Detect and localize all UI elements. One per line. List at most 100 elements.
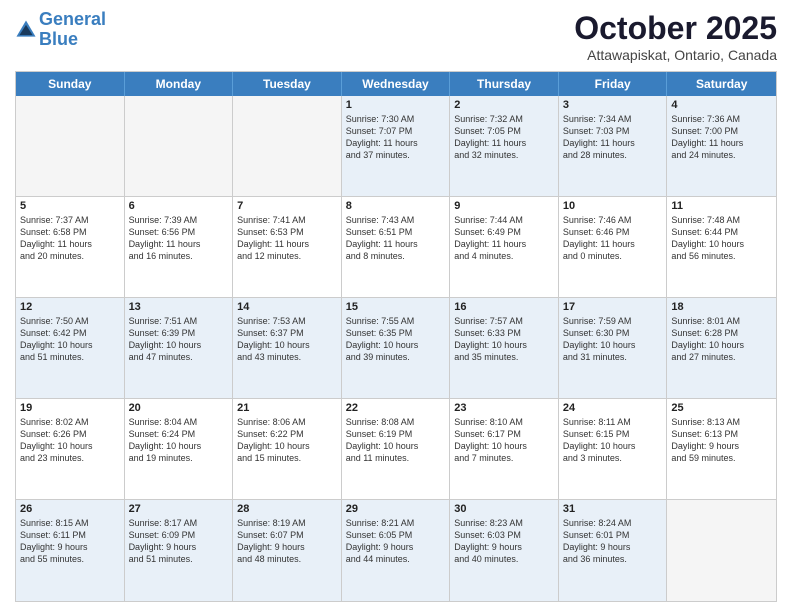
day-cell: 21 Sunrise: 8:06 AM Sunset: 6:22 PM Dayli… bbox=[233, 399, 342, 499]
day-cell: 13Sunrise: 7:51 AM Sunset: 6:39 PM Dayli… bbox=[125, 298, 234, 398]
day-cell: 24Sunrise: 8:11 AM Sunset: 6:15 PM Dayli… bbox=[559, 399, 668, 499]
week-row-5: 26 Sunrise: 8:15 AM Sunset: 6:11 PM Dayli… bbox=[16, 500, 776, 601]
week-row-2: 5Sunrise: 7:37 AM Sunset: 6:58 PM Daylig… bbox=[16, 197, 776, 298]
day-info: Sunrise: 8:04 AM Sunset: 6:24 PM Dayligh… bbox=[129, 416, 229, 465]
day-header-tuesday: Tuesday bbox=[233, 72, 342, 96]
day-cell bbox=[667, 500, 776, 601]
day-header-sunday: Sunday bbox=[16, 72, 125, 96]
day-cell: 28Sunrise: 8:19 AM Sunset: 6:07 PM Dayli… bbox=[233, 500, 342, 601]
day-cell bbox=[125, 96, 234, 196]
day-cell: 9 Sunrise: 7:44 AM Sunset: 6:49 PM Daylig… bbox=[450, 197, 559, 297]
day-cell: 19Sunrise: 8:02 AM Sunset: 6:26 PM Dayli… bbox=[16, 399, 125, 499]
day-number: 17 bbox=[563, 301, 663, 313]
day-info: Sunrise: 7:44 AM Sunset: 6:49 PM Dayligh… bbox=[454, 214, 554, 263]
day-cell: 23 Sunrise: 8:10 AM Sunset: 6:17 PM Dayli… bbox=[450, 399, 559, 499]
day-info: Sunrise: 7:37 AM Sunset: 6:58 PM Dayligh… bbox=[20, 214, 120, 263]
day-number: 15 bbox=[346, 301, 446, 313]
logo-icon bbox=[15, 19, 37, 41]
day-cell: 31Sunrise: 8:24 AM Sunset: 6:01 PM Dayli… bbox=[559, 500, 668, 601]
day-number: 27 bbox=[129, 503, 229, 515]
day-info: Sunrise: 8:15 AM Sunset: 6:11 PM Dayligh… bbox=[20, 517, 120, 566]
day-info: Sunrise: 7:34 AM Sunset: 7:03 PM Dayligh… bbox=[563, 113, 663, 162]
day-cell: 2Sunrise: 7:32 AM Sunset: 7:05 PM Daylig… bbox=[450, 96, 559, 196]
day-number: 11 bbox=[671, 200, 772, 212]
day-number: 23 bbox=[454, 402, 554, 414]
day-cell: 6Sunrise: 7:39 AM Sunset: 6:56 PM Daylig… bbox=[125, 197, 234, 297]
day-number: 12 bbox=[20, 301, 120, 313]
day-cell: 30 Sunrise: 8:23 AM Sunset: 6:03 PM Dayli… bbox=[450, 500, 559, 601]
day-number: 16 bbox=[454, 301, 554, 313]
day-number: 28 bbox=[237, 503, 337, 515]
day-cell: 7 Sunrise: 7:41 AM Sunset: 6:53 PM Daylig… bbox=[233, 197, 342, 297]
day-cell: 1 Sunrise: 7:30 AM Sunset: 7:07 PM Daylig… bbox=[342, 96, 451, 196]
title-block: October 2025 Attawapiskat, Ontario, Cana… bbox=[574, 10, 777, 63]
day-cell: 11 Sunrise: 7:48 AM Sunset: 6:44 PM Dayli… bbox=[667, 197, 776, 297]
day-header-saturday: Saturday bbox=[667, 72, 776, 96]
logo-text: General Blue bbox=[39, 10, 106, 50]
day-info: Sunrise: 8:23 AM Sunset: 6:03 PM Dayligh… bbox=[454, 517, 554, 566]
day-number: 18 bbox=[671, 301, 772, 313]
day-number: 8 bbox=[346, 200, 446, 212]
day-cell: 14 Sunrise: 7:53 AM Sunset: 6:37 PM Dayli… bbox=[233, 298, 342, 398]
day-header-thursday: Thursday bbox=[450, 72, 559, 96]
day-number: 4 bbox=[671, 99, 772, 111]
day-cell bbox=[16, 96, 125, 196]
day-number: 3 bbox=[563, 99, 663, 111]
day-cell: 5Sunrise: 7:37 AM Sunset: 6:58 PM Daylig… bbox=[16, 197, 125, 297]
month-title: October 2025 bbox=[574, 10, 777, 47]
day-info: Sunrise: 8:02 AM Sunset: 6:26 PM Dayligh… bbox=[20, 416, 120, 465]
day-number: 7 bbox=[237, 200, 337, 212]
day-info: Sunrise: 8:11 AM Sunset: 6:15 PM Dayligh… bbox=[563, 416, 663, 465]
calendar: SundayMondayTuesdayWednesdayThursdayFrid… bbox=[15, 71, 777, 602]
day-cell: 8 Sunrise: 7:43 AM Sunset: 6:51 PM Daylig… bbox=[342, 197, 451, 297]
day-number: 1 bbox=[346, 99, 446, 111]
day-number: 9 bbox=[454, 200, 554, 212]
day-cell: 10Sunrise: 7:46 AM Sunset: 6:46 PM Dayli… bbox=[559, 197, 668, 297]
day-number: 21 bbox=[237, 402, 337, 414]
day-info: Sunrise: 7:39 AM Sunset: 6:56 PM Dayligh… bbox=[129, 214, 229, 263]
day-header-wednesday: Wednesday bbox=[342, 72, 451, 96]
day-info: Sunrise: 8:17 AM Sunset: 6:09 PM Dayligh… bbox=[129, 517, 229, 566]
day-info: Sunrise: 7:30 AM Sunset: 7:07 PM Dayligh… bbox=[346, 113, 446, 162]
day-cell: 16Sunrise: 7:57 AM Sunset: 6:33 PM Dayli… bbox=[450, 298, 559, 398]
day-number: 14 bbox=[237, 301, 337, 313]
day-number: 10 bbox=[563, 200, 663, 212]
day-info: Sunrise: 7:48 AM Sunset: 6:44 PM Dayligh… bbox=[671, 214, 772, 263]
day-cell: 26 Sunrise: 8:15 AM Sunset: 6:11 PM Dayli… bbox=[16, 500, 125, 601]
day-cell: 17 Sunrise: 7:59 AM Sunset: 6:30 PM Dayli… bbox=[559, 298, 668, 398]
day-info: Sunrise: 7:53 AM Sunset: 6:37 PM Dayligh… bbox=[237, 315, 337, 364]
day-info: Sunrise: 8:06 AM Sunset: 6:22 PM Dayligh… bbox=[237, 416, 337, 465]
day-cell bbox=[233, 96, 342, 196]
location-subtitle: Attawapiskat, Ontario, Canada bbox=[574, 47, 777, 63]
day-info: Sunrise: 8:13 AM Sunset: 6:13 PM Dayligh… bbox=[671, 416, 772, 465]
day-headers: SundayMondayTuesdayWednesdayThursdayFrid… bbox=[16, 72, 776, 96]
logo-line1: General bbox=[39, 9, 106, 29]
day-number: 25 bbox=[671, 402, 772, 414]
day-header-monday: Monday bbox=[125, 72, 234, 96]
day-number: 2 bbox=[454, 99, 554, 111]
day-info: Sunrise: 7:43 AM Sunset: 6:51 PM Dayligh… bbox=[346, 214, 446, 263]
day-cell: 20Sunrise: 8:04 AM Sunset: 6:24 PM Dayli… bbox=[125, 399, 234, 499]
day-cell: 22 Sunrise: 8:08 AM Sunset: 6:19 PM Dayli… bbox=[342, 399, 451, 499]
day-cell: 4Sunrise: 7:36 AM Sunset: 7:00 PM Daylig… bbox=[667, 96, 776, 196]
day-cell: 29Sunrise: 8:21 AM Sunset: 6:05 PM Dayli… bbox=[342, 500, 451, 601]
calendar-body: 1 Sunrise: 7:30 AM Sunset: 7:07 PM Daylig… bbox=[16, 96, 776, 601]
day-info: Sunrise: 8:21 AM Sunset: 6:05 PM Dayligh… bbox=[346, 517, 446, 566]
header: General Blue October 2025 Attawapiskat, … bbox=[15, 10, 777, 63]
week-row-3: 12 Sunrise: 7:50 AM Sunset: 6:42 PM Dayli… bbox=[16, 298, 776, 399]
day-number: 13 bbox=[129, 301, 229, 313]
day-info: Sunrise: 8:24 AM Sunset: 6:01 PM Dayligh… bbox=[563, 517, 663, 566]
day-info: Sunrise: 7:59 AM Sunset: 6:30 PM Dayligh… bbox=[563, 315, 663, 364]
day-number: 30 bbox=[454, 503, 554, 515]
day-number: 26 bbox=[20, 503, 120, 515]
page: General Blue October 2025 Attawapiskat, … bbox=[0, 0, 792, 612]
logo: General Blue bbox=[15, 10, 106, 50]
day-info: Sunrise: 7:50 AM Sunset: 6:42 PM Dayligh… bbox=[20, 315, 120, 364]
day-info: Sunrise: 7:41 AM Sunset: 6:53 PM Dayligh… bbox=[237, 214, 337, 263]
week-row-4: 19Sunrise: 8:02 AM Sunset: 6:26 PM Dayli… bbox=[16, 399, 776, 500]
day-number: 22 bbox=[346, 402, 446, 414]
logo-line2: Blue bbox=[39, 29, 78, 49]
day-cell: 12 Sunrise: 7:50 AM Sunset: 6:42 PM Dayli… bbox=[16, 298, 125, 398]
day-info: Sunrise: 8:10 AM Sunset: 6:17 PM Dayligh… bbox=[454, 416, 554, 465]
day-info: Sunrise: 8:08 AM Sunset: 6:19 PM Dayligh… bbox=[346, 416, 446, 465]
